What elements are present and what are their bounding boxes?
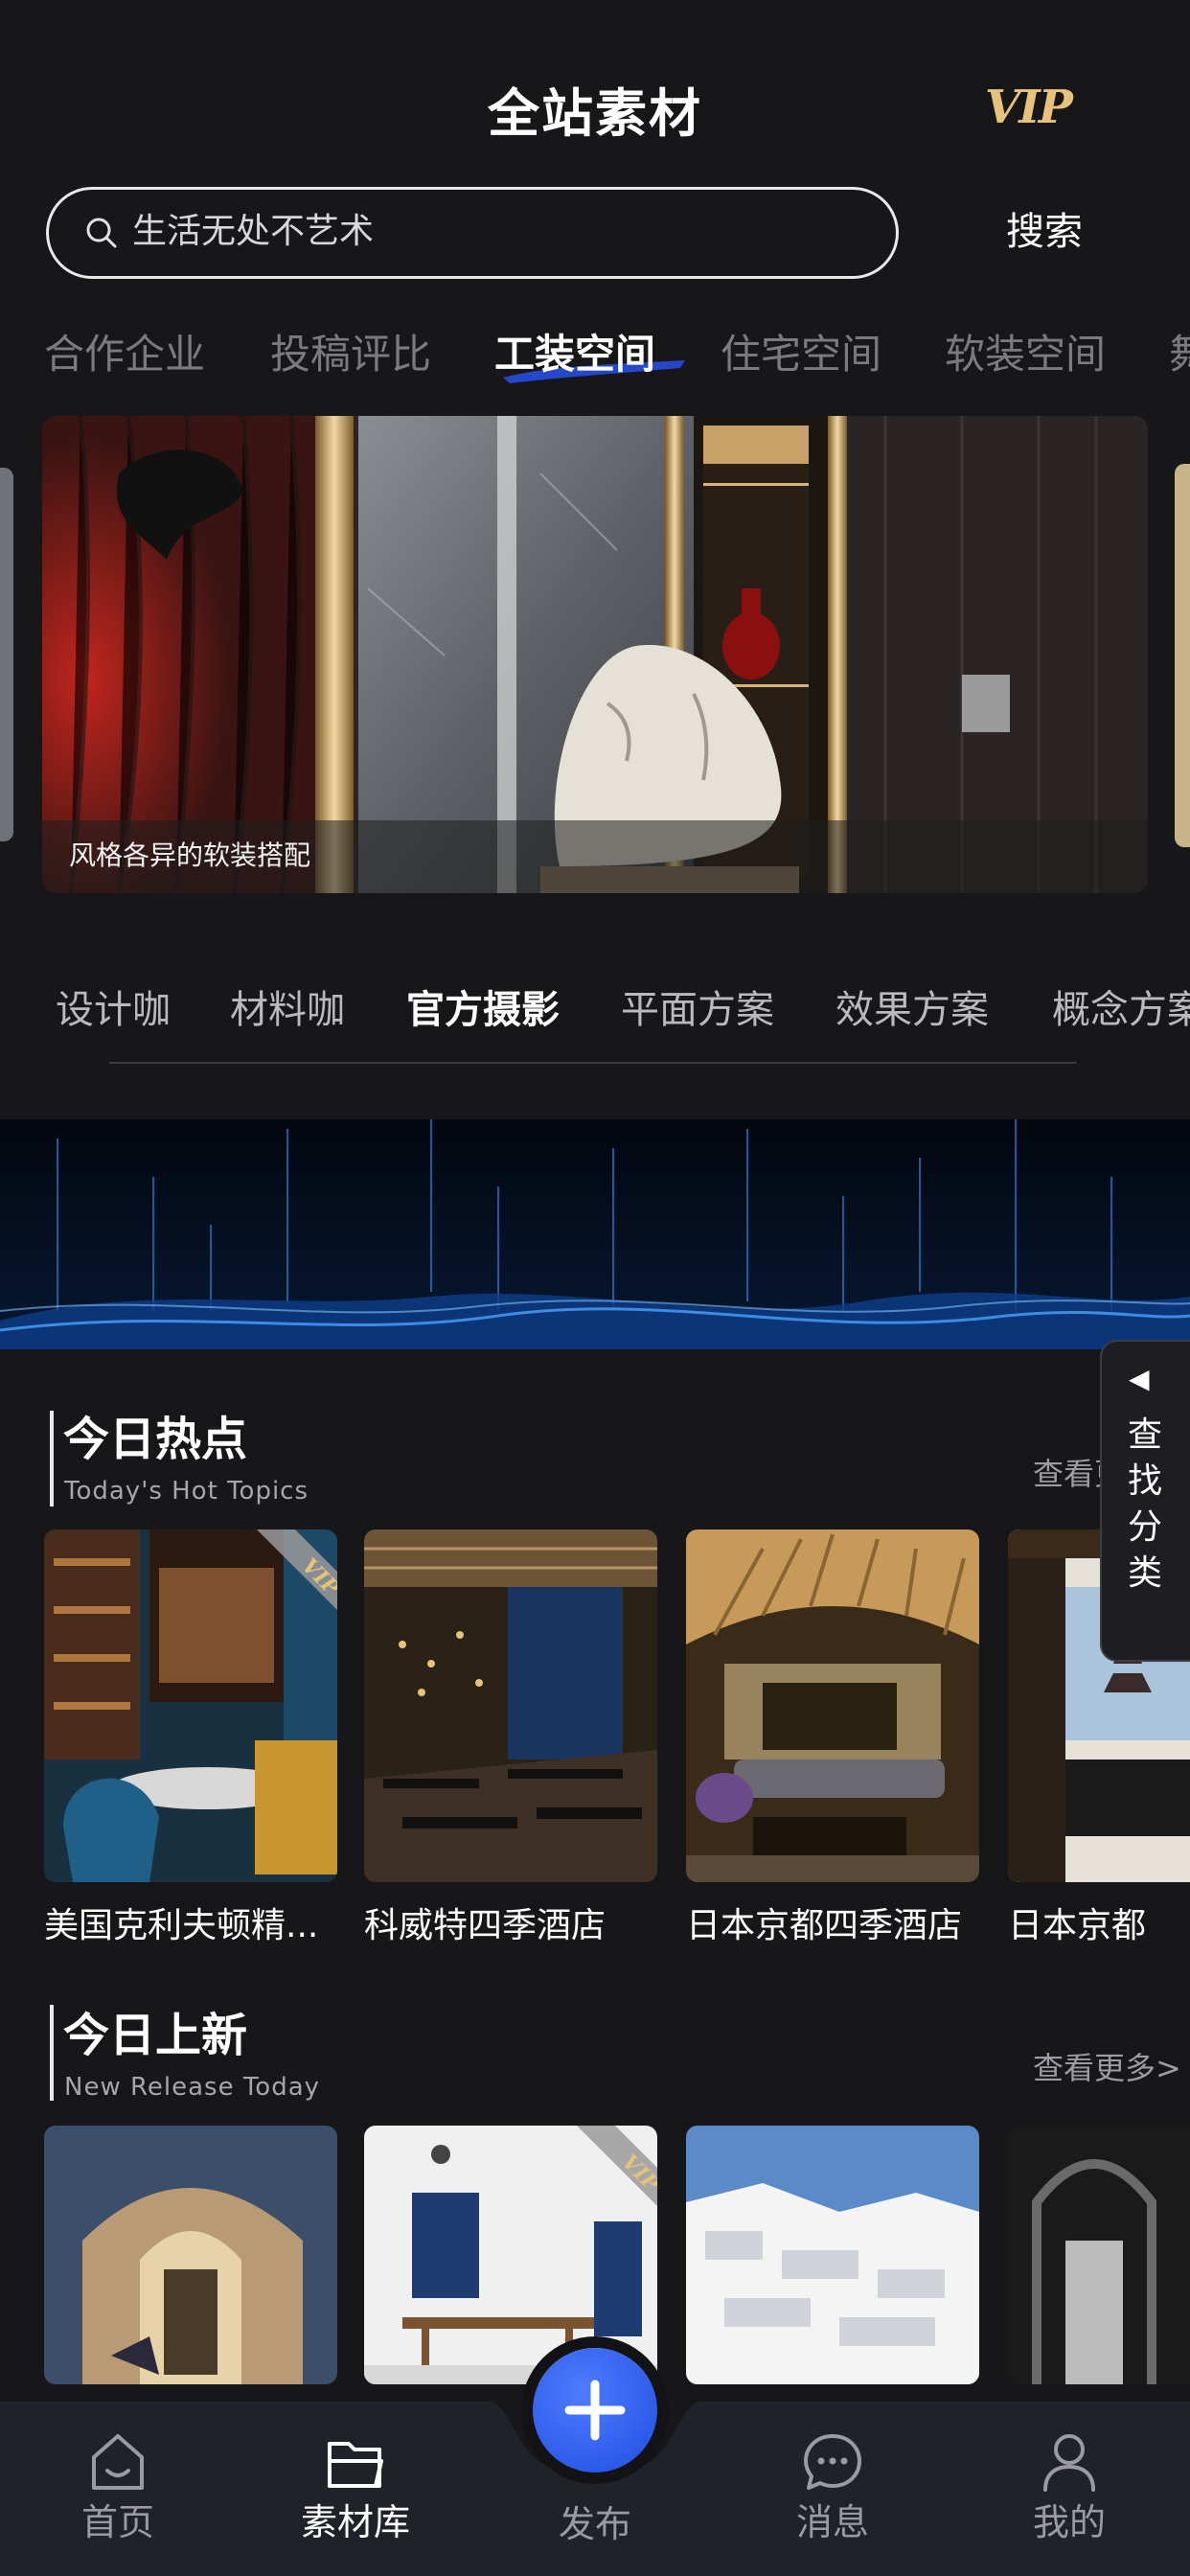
hot-card-2-title[interactable]: 科威特四季酒店 — [364, 1901, 652, 1951]
subtab-floor-plans[interactable]: 平面方案 — [621, 983, 774, 1037]
search-input[interactable]: 生活无处不艺术 — [132, 205, 374, 259]
tab-more-partial[interactable]: 舞 — [1169, 326, 1190, 383]
nav-messages[interactable]: 消息 — [756, 2428, 909, 2547]
nav-library[interactable]: 素材库 — [279, 2428, 432, 2547]
message-icon — [804, 2434, 861, 2490]
subtab-official-photos[interactable]: 官方摄影 — [406, 983, 560, 1037]
hot-section-bar — [50, 1411, 54, 1506]
new-section-more-link[interactable]: 查看更多> — [1033, 2045, 1181, 2091]
subtab-designers[interactable]: 设计咖 — [56, 983, 171, 1037]
new-section-title: 今日上新 — [63, 2009, 248, 2062]
side-tab-label[interactable]: 查找分类 — [1123, 1413, 1167, 1597]
new-section-bar — [50, 2005, 54, 2101]
user-icon — [1043, 2434, 1095, 2492]
tab-residential-space[interactable]: 住宅空间 — [721, 326, 881, 383]
search-button[interactable]: 搜索 — [1006, 205, 1083, 259]
hot-card-4-title[interactable]: 日本京都 — [1008, 1901, 1190, 1951]
nav-profile[interactable]: 我的 — [993, 2428, 1146, 2547]
nav-profile-label: 我的 — [1032, 2501, 1106, 2543]
nav-publish-label[interactable]: 发布 — [518, 2499, 672, 2549]
banner-prev-peek[interactable] — [0, 468, 13, 841]
search-icon — [86, 218, 117, 248]
new-card-2-image[interactable]: VIP — [364, 2126, 657, 2384]
hot-card-3-image[interactable] — [686, 1530, 979, 1882]
new-card-3-image[interactable] — [686, 2126, 979, 2384]
hot-section-subtitle: Today's Hot Topics — [64, 1477, 309, 1506]
hot-card-2-image[interactable] — [364, 1530, 657, 1882]
subtab-renderings[interactable]: 效果方案 — [835, 983, 989, 1037]
nav-library-label: 素材库 — [300, 2501, 410, 2543]
tab-commercial-space[interactable]: 工装空间 — [494, 326, 655, 383]
vip-ribbon-icon: VIP — [257, 1530, 337, 1610]
hot-card-1-title[interactable]: 美国克利夫顿精... — [44, 1901, 332, 1951]
tab-partner-companies[interactable]: 合作企业 — [44, 326, 205, 383]
side-tab-arrow-icon: ◀ — [1129, 1363, 1150, 1394]
hot-card-3-title[interactable]: 日本京都四季酒店 — [686, 1901, 973, 1951]
nav-home-label: 首页 — [80, 2501, 154, 2543]
vip-badge[interactable]: VIP — [985, 80, 1073, 134]
vip-ribbon-icon: VIP — [577, 2126, 657, 2206]
hot-section-title: 今日热点 — [63, 1413, 248, 1466]
nav-home[interactable]: 首页 — [41, 2428, 195, 2547]
new-section-subtitle: New Release Today — [64, 2073, 321, 2102]
banner-caption: 风格各异的软装搭配 — [69, 840, 311, 871]
tab-submissions[interactable]: 投稿评比 — [270, 326, 431, 383]
new-card-4-image[interactable] — [1008, 2126, 1190, 2384]
home-icon — [92, 2434, 144, 2490]
tab-soft-furnishing[interactable]: 软装空间 — [945, 326, 1106, 383]
nav-messages-label: 消息 — [795, 2501, 869, 2543]
promo-tech-banner[interactable] — [0, 1119, 1190, 1349]
subtab-divider — [109, 1062, 1077, 1064]
plus-icon — [564, 2380, 626, 2441]
new-card-1-image[interactable] — [44, 2126, 337, 2384]
subtab-concept[interactable]: 概念方案 — [1052, 983, 1190, 1037]
folder-icon — [328, 2442, 383, 2488]
banner-next-peek[interactable] — [1175, 464, 1190, 847]
hot-card-1-image[interactable]: VIP — [44, 1530, 337, 1882]
subtab-materials[interactable]: 材料咖 — [230, 983, 345, 1037]
